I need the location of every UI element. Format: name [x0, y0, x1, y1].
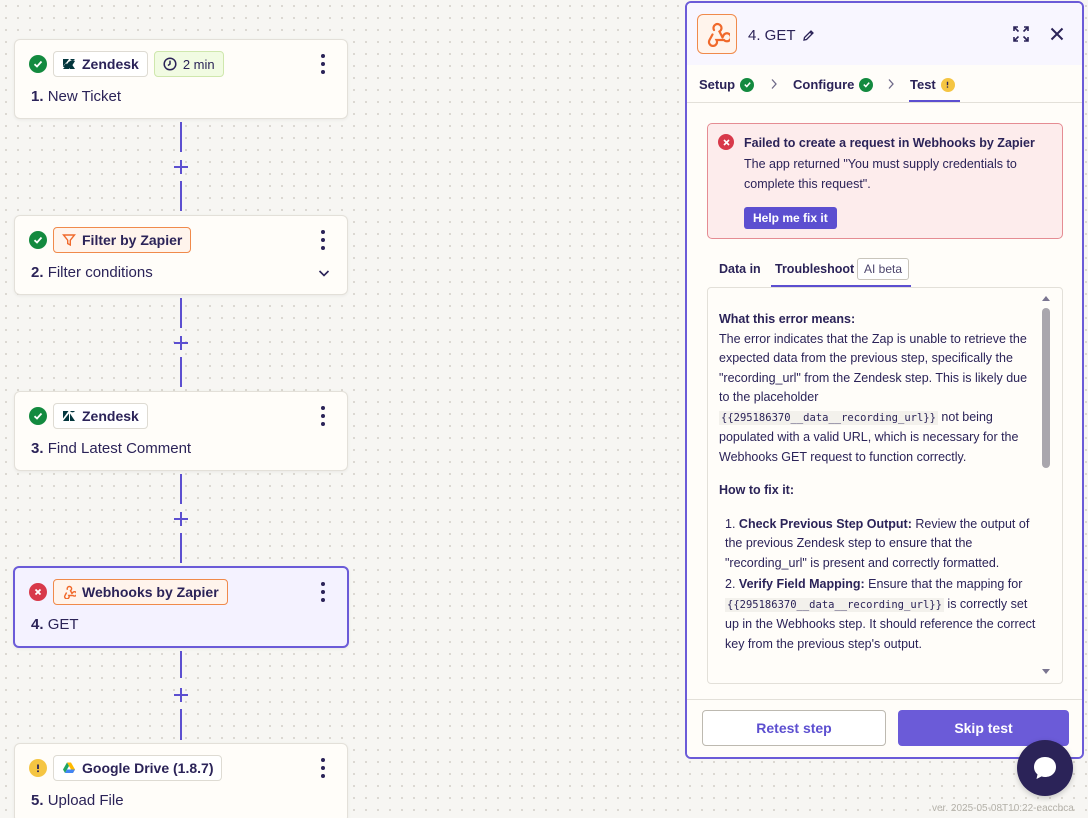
troubleshoot-content[interactable]: What this error means: The error indicat… — [707, 287, 1063, 684]
success-check-icon — [859, 77, 874, 92]
error-alert: Failed to create a request in Webhooks b… — [707, 123, 1063, 239]
step-title: 3. Find Latest Comment — [31, 440, 192, 457]
tab-test[interactable]: Test — [910, 77, 955, 92]
step-editor-panel: 4. GET Setup Configure Test Failed to cr… — [685, 1, 1084, 759]
app-chip-filter: Filter by Zapier — [53, 227, 192, 253]
expand-icon[interactable] — [1012, 25, 1030, 43]
step-card-5[interactable]: Google Drive (1.8.7) 5. Upload File — [14, 743, 348, 818]
step-title: 5. Upload File — [31, 792, 124, 809]
step-menu-button[interactable] — [315, 582, 331, 602]
step-card-2[interactable]: Filter by Zapier 2. Filter conditions — [14, 215, 348, 295]
active-tab-indicator — [909, 100, 960, 102]
success-check-icon — [29, 407, 47, 425]
add-step-button[interactable] — [172, 686, 190, 704]
step-menu-button[interactable] — [315, 54, 331, 74]
scrollbar[interactable] — [1042, 296, 1050, 674]
retest-step-button[interactable]: Retest step — [702, 710, 886, 746]
panel-footer: Retest step Skip test — [687, 699, 1082, 757]
error-x-icon — [718, 134, 734, 150]
step-tabs: Setup Configure Test — [687, 65, 1082, 103]
connector-line — [180, 474, 182, 504]
step-card-4[interactable]: Webhooks by Zapier 4. GET — [13, 566, 349, 648]
clock-icon — [163, 57, 177, 71]
tab-setup[interactable]: Setup — [699, 77, 755, 92]
success-check-icon — [29, 231, 47, 249]
tab-data-in[interactable]: Data in — [719, 262, 761, 276]
step-title: 2. Filter conditions — [31, 264, 153, 281]
zendesk-icon — [63, 411, 75, 421]
list-item: 1. Check Previous Step Output: Review th… — [725, 516, 1030, 570]
chevron-right-icon — [888, 79, 894, 89]
webhook-icon — [64, 585, 76, 599]
step-title: 4. GET — [31, 616, 79, 633]
version-label: ver. 2025-05-08T10:22-eaccbca — [932, 803, 1074, 814]
connector-line — [180, 651, 182, 678]
warning-icon — [29, 759, 47, 777]
success-check-icon — [29, 55, 47, 73]
filter-icon — [62, 234, 76, 247]
step-menu-button[interactable] — [315, 230, 331, 250]
scroll-up-arrow-icon[interactable] — [1042, 296, 1050, 301]
chat-bubble-icon — [1034, 757, 1056, 779]
ai-beta-badge: AI beta — [857, 258, 910, 280]
add-step-button[interactable] — [172, 334, 190, 352]
error-message: The app returned "You must supply creden… — [744, 157, 1017, 191]
tab-troubleshoot[interactable]: Troubleshoot — [775, 262, 854, 276]
tab-configure[interactable]: Configure — [793, 77, 874, 92]
fix-steps-list: 1. Check Previous Step Output: Review th… — [719, 515, 1039, 655]
step-menu-button[interactable] — [315, 406, 331, 426]
connector-line — [180, 122, 182, 152]
connector-line — [180, 533, 182, 563]
chevron-right-icon — [771, 79, 777, 89]
panel-title[interactable]: 4. GET — [748, 27, 815, 44]
chevron-down-icon[interactable] — [317, 266, 331, 280]
fix-heading: How to fix it: — [719, 483, 794, 497]
app-chip-google-drive: Google Drive (1.8.7) — [53, 755, 223, 781]
app-chip-webhooks: Webhooks by Zapier — [53, 579, 228, 605]
schedule-badge: 2 min — [153, 51, 224, 77]
list-item: 2. Verify Field Mapping: Ensure that the… — [725, 577, 1036, 651]
scroll-down-arrow-icon[interactable] — [1042, 669, 1050, 674]
add-step-button[interactable] — [172, 510, 190, 528]
app-chip-zendesk: Zendesk — [53, 403, 148, 429]
step-menu-button[interactable] — [315, 758, 331, 778]
chat-support-button[interactable] — [1017, 740, 1073, 796]
step-card-3[interactable]: Zendesk 3. Find Latest Comment — [14, 391, 348, 471]
add-step-button[interactable] — [172, 158, 190, 176]
scrollbar-thumb[interactable] — [1042, 308, 1050, 468]
zendesk-icon — [63, 59, 75, 69]
connector-line — [180, 181, 182, 211]
step-card-1[interactable]: Zendesk 2 min 1. New Ticket — [14, 39, 348, 119]
help-me-fix-it-button[interactable]: Help me fix it — [744, 207, 837, 229]
app-chip-zendesk: Zendesk — [53, 51, 148, 77]
success-check-icon — [740, 77, 755, 92]
edit-pencil-icon[interactable] — [802, 29, 815, 42]
warning-icon — [940, 77, 955, 92]
connector-line — [180, 298, 182, 328]
panel-header: 4. GET — [687, 3, 1082, 65]
google-drive-icon — [63, 762, 75, 773]
connector-line — [180, 357, 182, 387]
troubleshoot-text: What this error means: The error indicat… — [719, 310, 1039, 656]
webhook-app-icon — [697, 14, 737, 54]
connector-line — [180, 709, 182, 740]
error-title: Failed to create a request in Webhooks b… — [744, 136, 1035, 150]
meaning-paragraph: The error indicates that the Zap is unab… — [719, 331, 1028, 464]
close-icon[interactable] — [1048, 25, 1066, 43]
error-x-icon — [29, 583, 47, 601]
meaning-heading: What this error means: — [719, 312, 856, 326]
result-subtabs: Data in Troubleshoot AI beta — [707, 255, 1063, 288]
step-title: 1. New Ticket — [31, 88, 122, 105]
